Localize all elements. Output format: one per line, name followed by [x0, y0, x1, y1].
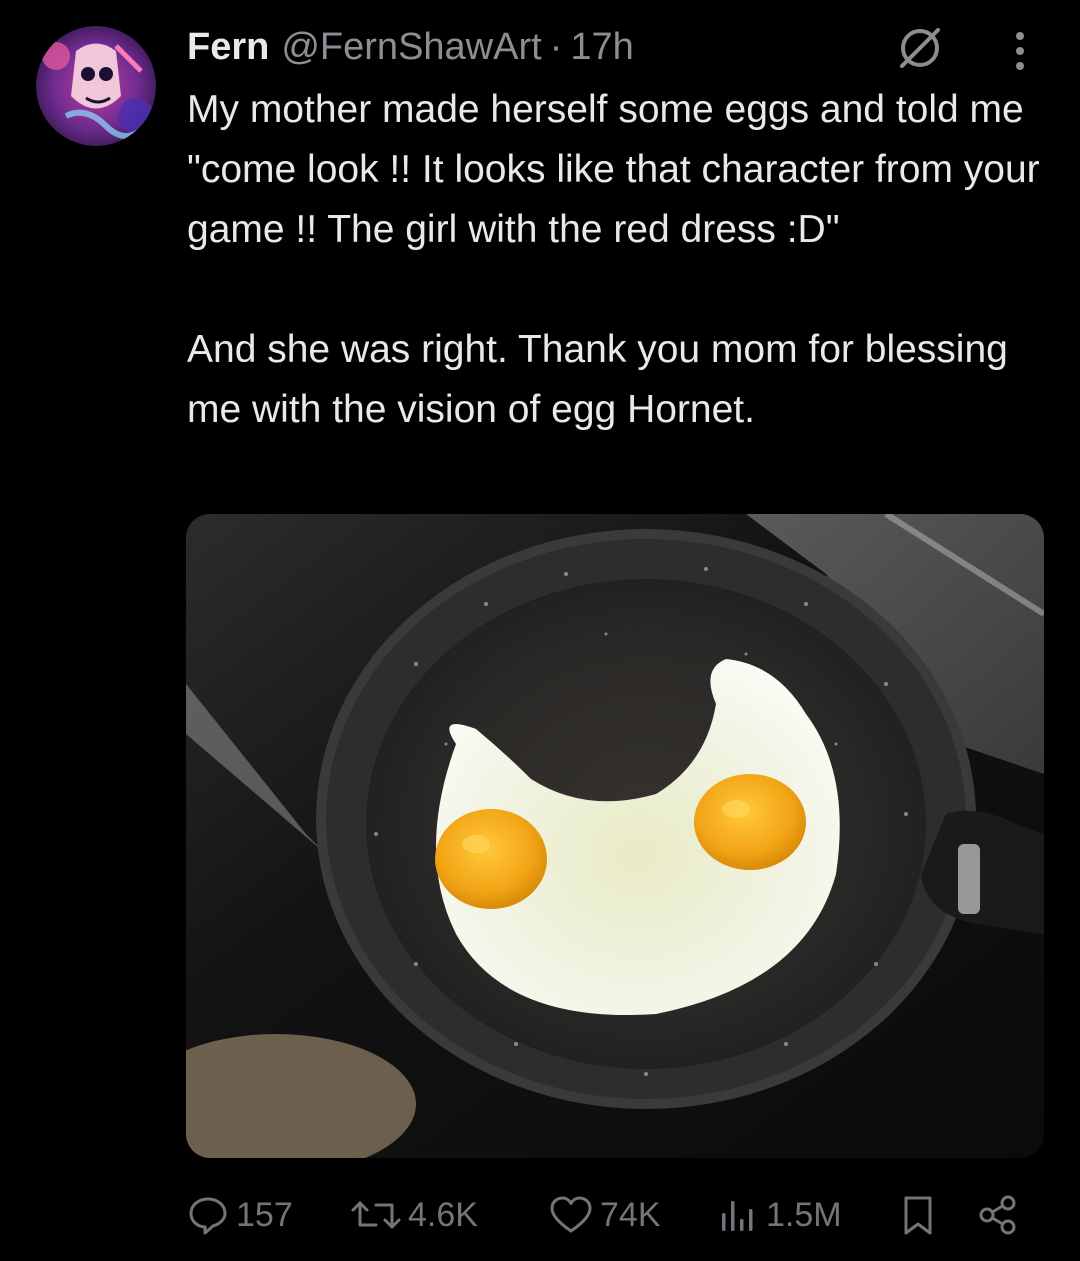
header-separator: · [549, 26, 563, 68]
like-count: 74K [600, 1195, 661, 1234]
grok-icon[interactable] [894, 22, 946, 79]
reply-button[interactable]: 157 [186, 1180, 293, 1250]
reply-count: 157 [236, 1195, 293, 1234]
tweet-timestamp[interactable]: 17h [570, 24, 633, 70]
like-button[interactable]: 74K [548, 1180, 661, 1250]
avatar-image [36, 26, 156, 146]
bookmark-button[interactable] [898, 1180, 938, 1250]
more-options-icon[interactable] [1006, 30, 1034, 77]
egg-pan-photo [186, 514, 1044, 1158]
tweet-text: My mother made herself some eggs and tol… [187, 80, 1057, 440]
author-avatar[interactable] [36, 26, 156, 146]
views-count: 1.5M [766, 1195, 842, 1234]
retweet-count: 4.6K [408, 1195, 478, 1234]
share-button[interactable] [976, 1180, 1020, 1250]
tweet-text-paragraph: And she was right. Thank you mom for ble… [187, 328, 1008, 431]
views-button[interactable]: 1.5M [716, 1180, 842, 1250]
tweet-actions-bar: 157 4.6K 74K 1.5M [186, 1180, 1026, 1250]
tweet-text-paragraph: My mother made herself some eggs and tol… [187, 88, 1040, 251]
author-handle[interactable]: @FernShawArt [281, 24, 541, 70]
like-icon [550, 1196, 592, 1233]
author-name[interactable]: Fern [187, 24, 269, 70]
bookmark-icon [904, 1196, 932, 1235]
retweet-icon [351, 1201, 401, 1229]
views-icon [722, 1201, 753, 1231]
tweet-header: Fern @FernShawArt · 17h [187, 24, 634, 70]
retweet-button[interactable]: 4.6K [350, 1180, 478, 1250]
share-icon [979, 1195, 1016, 1235]
reply-icon [189, 1197, 227, 1235]
tweet-media-photo[interactable] [186, 514, 1044, 1158]
